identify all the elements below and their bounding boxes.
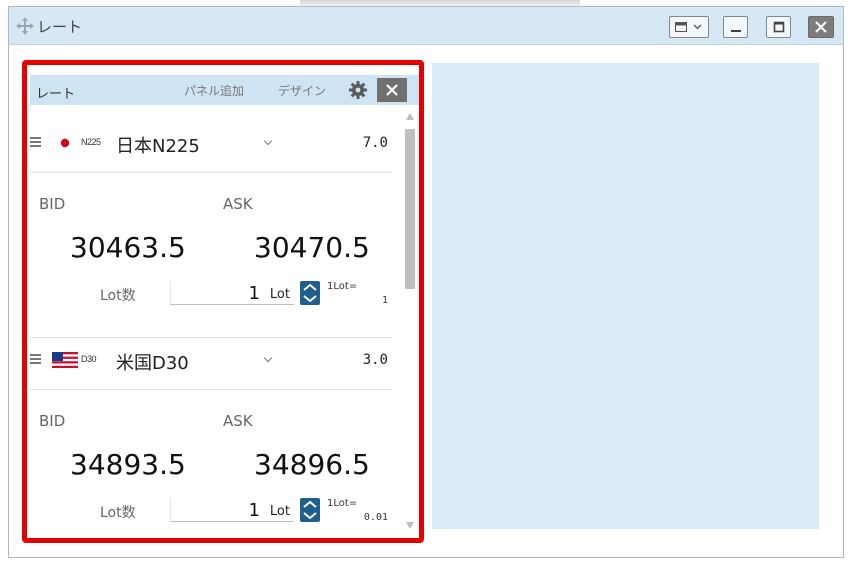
panel-layout-icon [675, 22, 687, 32]
window-title: レート [37, 18, 83, 36]
maximize-button[interactable] [766, 16, 791, 38]
maximize-icon [773, 21, 784, 33]
move-icon[interactable] [16, 17, 34, 35]
highlight-frame [22, 60, 424, 543]
minimize-icon [730, 30, 741, 32]
chevron-down-icon [693, 24, 702, 30]
window-titlebar[interactable]: レート [9, 7, 843, 45]
empty-panel-area [432, 63, 819, 529]
close-icon [815, 21, 827, 33]
window-close-button[interactable] [808, 16, 834, 38]
layout-menu-button[interactable] [669, 16, 709, 38]
minimize-button[interactable] [723, 16, 748, 38]
